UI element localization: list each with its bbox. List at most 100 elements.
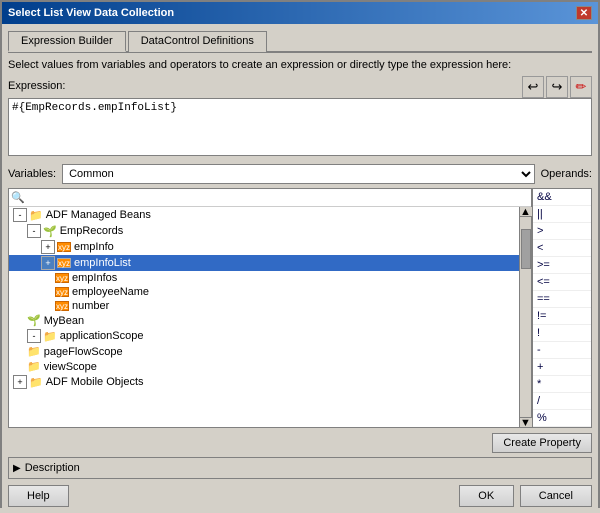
- label-adf-mobile-objects: ADF Mobile Objects: [46, 376, 144, 388]
- bean-icon: 🌱: [43, 225, 57, 238]
- toggle-emp-info[interactable]: +: [41, 240, 55, 254]
- description-section[interactable]: ▶ Description: [8, 457, 592, 479]
- forward-button[interactable]: ↪: [546, 76, 568, 98]
- description-label: Description: [25, 462, 80, 474]
- tree-item-employee-name[interactable]: xyz employeeName: [9, 285, 519, 299]
- cancel-button[interactable]: Cancel: [520, 485, 592, 507]
- main-panels: 🔍 - 📁 ADF Managed Beans: [8, 188, 592, 428]
- close-button[interactable]: ✕: [576, 6, 592, 20]
- window-body: Expression Builder DataControl Definitio…: [2, 24, 598, 513]
- folder-icon-mobile: 📁: [29, 376, 43, 389]
- tree-item-emp-records[interactable]: - 🌱 EmpRecords: [9, 223, 519, 239]
- tree-item-adf-mobile-objects[interactable]: + 📁 ADF Mobile Objects: [9, 374, 519, 390]
- toggle-emp-info-list[interactable]: +: [41, 256, 55, 270]
- label-emp-infos: empInfos: [72, 272, 117, 284]
- main-window: Select List View Data Collection ✕ Expre…: [0, 0, 600, 508]
- right-panel: && || > < >= <= == != ! - + * / %: [532, 188, 592, 428]
- operand-lte[interactable]: <=: [533, 274, 591, 291]
- bean-icon-mybean: 🌱: [27, 314, 41, 327]
- label-page-flow-scope: pageFlowScope: [44, 346, 123, 358]
- operand-eq[interactable]: ==: [533, 291, 591, 308]
- label-employee-name: employeeName: [72, 286, 149, 298]
- field-icon-number: xyz: [55, 301, 69, 311]
- tree-item-number[interactable]: xyz number: [9, 299, 519, 313]
- operands-label: Operands:: [541, 168, 592, 180]
- toggle-emp-records[interactable]: -: [27, 224, 41, 238]
- operand-multiply[interactable]: *: [533, 376, 591, 393]
- scroll-down[interactable]: ▼: [520, 417, 532, 427]
- label-my-bean: MyBean: [44, 315, 84, 327]
- hint-text: Select values from variables and operato…: [8, 59, 592, 71]
- tree-item-application-scope[interactable]: - 📁 applicationScope: [9, 328, 519, 344]
- operand-gte[interactable]: >=: [533, 257, 591, 274]
- folder-icon-appscope: 📁: [43, 330, 57, 343]
- desc-toggle-icon: ▶: [13, 463, 21, 474]
- expression-input[interactable]: [8, 98, 592, 156]
- clear-button[interactable]: ✏: [570, 76, 592, 98]
- folder-icon-viewscope: 📁: [27, 360, 41, 373]
- folder-icon: 📁: [29, 209, 43, 222]
- expression-label: Expression:: [8, 80, 65, 92]
- tree-scrollbar[interactable]: ▲ ▼: [519, 207, 531, 427]
- search-icon: 🔍: [11, 191, 25, 204]
- operand-and[interactable]: &&: [533, 189, 591, 206]
- tree-item-adf-managed-beans[interactable]: - 📁 ADF Managed Beans: [9, 207, 519, 223]
- field-icon-emp-infos: xyz: [55, 273, 69, 283]
- field-icon-employee-name: xyz: [55, 287, 69, 297]
- tree-panel: 🔍 - 📁 ADF Managed Beans: [8, 188, 532, 428]
- scroll-up[interactable]: ▲: [520, 207, 532, 217]
- window-title: Select List View Data Collection: [8, 7, 174, 19]
- label-emp-info-list: empInfoList: [74, 257, 131, 269]
- operand-modulo[interactable]: %: [533, 410, 591, 427]
- tab-expression-builder[interactable]: Expression Builder: [8, 31, 126, 52]
- tree-scroll[interactable]: - 📁 ADF Managed Beans - 🌱 EmpRecords: [9, 207, 519, 427]
- expression-actions: ↩ ↪ ✏: [522, 76, 592, 98]
- label-adf-managed-beans: ADF Managed Beans: [46, 209, 151, 221]
- expression-section: Expression: ↩ ↪ ✏: [8, 76, 592, 159]
- variables-select[interactable]: Common Request Session Application ViewS…: [62, 164, 535, 184]
- tree-item-emp-infos[interactable]: xyz empInfos: [9, 271, 519, 285]
- field-icon-emp-info-list: xyz: [57, 258, 71, 268]
- tree-item-view-scope[interactable]: 📁 viewScope: [9, 359, 519, 374]
- ok-button[interactable]: OK: [459, 485, 514, 507]
- bottom-bar: Create Property: [8, 433, 592, 453]
- label-emp-info: empInfo: [74, 241, 114, 253]
- search-input[interactable]: [28, 192, 529, 204]
- toggle-adf-managed-beans[interactable]: -: [13, 208, 27, 222]
- title-bar: Select List View Data Collection ✕: [2, 2, 598, 24]
- operand-gt[interactable]: >: [533, 223, 591, 240]
- tab-bar: Expression Builder DataControl Definitio…: [8, 30, 592, 53]
- tab-datacontrol-definitions[interactable]: DataControl Definitions: [128, 31, 267, 52]
- tree-container: - 📁 ADF Managed Beans - 🌱 EmpRecords: [9, 207, 531, 427]
- operand-divide[interactable]: /: [533, 393, 591, 410]
- search-box: 🔍: [9, 189, 531, 207]
- footer-right: OK Cancel: [459, 485, 592, 507]
- operand-neq[interactable]: !=: [533, 308, 591, 325]
- operand-or[interactable]: ||: [533, 206, 591, 223]
- back-button[interactable]: ↩: [522, 76, 544, 98]
- folder-icon-pageflow: 📁: [27, 345, 41, 358]
- toggle-adf-mobile-objects[interactable]: +: [13, 375, 27, 389]
- operands-panel: && || > < >= <= == != ! - + * / %: [532, 188, 592, 428]
- tree-item-my-bean[interactable]: 🌱 MyBean: [9, 313, 519, 328]
- variables-label: Variables:: [8, 168, 56, 180]
- operand-lt[interactable]: <: [533, 240, 591, 257]
- create-property-button[interactable]: Create Property: [492, 433, 592, 453]
- label-number: number: [72, 300, 109, 312]
- footer-left: Help: [8, 485, 69, 507]
- operand-plus[interactable]: +: [533, 359, 591, 376]
- tree-item-emp-info[interactable]: + xyz empInfo: [9, 239, 519, 255]
- footer-buttons: Help OK Cancel: [8, 485, 592, 507]
- operand-minus[interactable]: -: [533, 342, 591, 359]
- expression-toolbar: Expression: ↩ ↪ ✏: [8, 76, 592, 98]
- operand-not[interactable]: !: [533, 325, 591, 342]
- field-icon-emp-info: xyz: [57, 242, 71, 252]
- label-view-scope: viewScope: [44, 361, 97, 373]
- toggle-application-scope[interactable]: -: [27, 329, 41, 343]
- label-application-scope: applicationScope: [60, 330, 144, 342]
- scroll-thumb[interactable]: [521, 229, 531, 269]
- variables-row: Variables: Common Request Session Applic…: [8, 164, 592, 184]
- help-button[interactable]: Help: [8, 485, 69, 507]
- tree-item-emp-info-list[interactable]: + xyz empInfoList: [9, 255, 519, 271]
- tree-item-page-flow-scope[interactable]: 📁 pageFlowScope: [9, 344, 519, 359]
